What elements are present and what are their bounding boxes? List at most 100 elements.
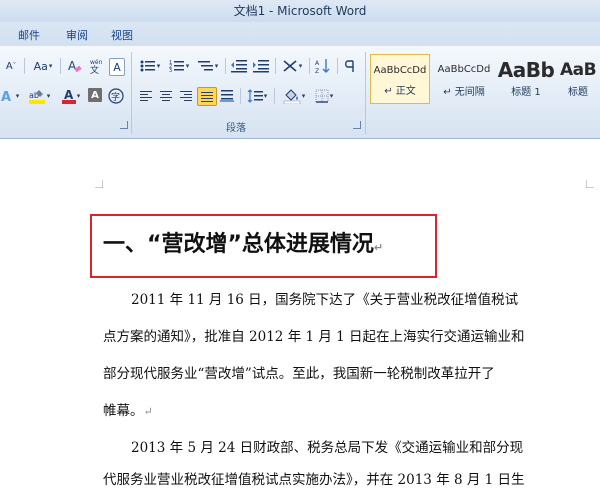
text-effects-button[interactable]: A ▾	[0, 86, 20, 106]
style-sample: AaB	[559, 60, 597, 80]
borders-button[interactable]: ▾	[311, 86, 337, 106]
numbering-icon: 1 2 3	[169, 60, 184, 73]
tab-review[interactable]: 审阅	[66, 27, 88, 43]
svg-text:A: A	[315, 60, 320, 67]
paint-bucket-icon	[283, 89, 301, 104]
style-name-wrap: ↵ 正文	[384, 86, 416, 97]
character-border-button[interactable]: A	[109, 58, 125, 76]
svg-text:A: A	[64, 88, 74, 102]
increase-indent-button[interactable]	[251, 56, 271, 76]
style-sample: AaBbCcDd	[373, 65, 427, 76]
svg-text:3: 3	[169, 68, 172, 73]
paragraph-mark-icon	[345, 60, 354, 72]
character-shading-label: A	[91, 89, 99, 101]
clear-formatting-icon: A	[68, 59, 82, 73]
sort-icon: A Z	[315, 59, 330, 74]
chinese-layout-button[interactable]: ▾	[279, 56, 305, 76]
paragraph-line-last: 帷幕。↵	[103, 401, 153, 422]
font-color-button[interactable]: A ▾	[58, 86, 84, 106]
change-case-button[interactable]: Aa ▾	[30, 56, 56, 76]
align-center-button[interactable]	[157, 86, 175, 106]
multilevel-list-icon	[197, 61, 213, 71]
tab-mailings[interactable]: 邮件	[18, 27, 40, 43]
chinese-layout-icon	[283, 60, 297, 72]
paragraph-line: 点方案的通知》，批准自 2012 年 1 月 1 日起在上海实行交通运输业和	[103, 329, 525, 345]
enclose-characters-button[interactable]: 字	[106, 86, 126, 106]
separator	[337, 58, 338, 74]
paragraph-mark: ↵	[373, 241, 384, 254]
ribbon-tabs: 邮件 审阅 视图	[0, 22, 600, 46]
font-color-icon: A	[61, 88, 76, 104]
separator	[240, 88, 241, 104]
paragraph-text: 帷幕。	[103, 403, 144, 419]
margin-corner-mark	[586, 180, 594, 188]
svg-text:字: 字	[111, 91, 120, 103]
svg-text:A: A	[68, 59, 77, 73]
separator	[225, 58, 226, 74]
sort-button[interactable]: A Z	[313, 56, 333, 76]
decrease-indent-button[interactable]	[229, 56, 249, 76]
style-name: 标题 1	[511, 87, 541, 98]
align-left-icon	[140, 89, 152, 103]
increase-indent-icon	[253, 60, 269, 73]
change-case-label: Aa	[33, 59, 48, 73]
justify-icon	[201, 90, 213, 104]
text-effects-icon: A	[1, 90, 11, 103]
shrink-font-button[interactable]: Aˇ	[2, 56, 20, 76]
phonetic-guide-button[interactable]: wén 文	[86, 56, 106, 76]
numbering-button[interactable]: 1 2 3 ▾	[166, 56, 192, 76]
line-spacing-icon	[247, 89, 263, 103]
align-right-button[interactable]	[177, 86, 195, 106]
document-heading[interactable]: 一、“营改增”总体进展情况↵	[103, 226, 383, 258]
bullets-icon	[140, 60, 155, 72]
style-name: 标题	[568, 87, 588, 98]
style-heading-1[interactable]: AaBb 标题 1	[496, 54, 556, 104]
paragraph-mark: ↵	[143, 405, 153, 418]
line-spacing-button[interactable]: ▾	[244, 86, 270, 106]
character-border-label: A	[113, 60, 121, 74]
paragraph-line: 代服务业营业税改征增值税试点实施办法》，并在 2013 年 8 月 1 日生	[103, 472, 525, 488]
clear-formatting-button[interactable]: A	[64, 56, 84, 76]
group-separator	[365, 52, 366, 134]
svg-text:Z: Z	[315, 68, 319, 74]
style-no-spacing[interactable]: AaBbCcDd ↵ 无间隔	[434, 54, 494, 104]
separator	[60, 58, 61, 74]
show-hide-marks-button[interactable]	[342, 56, 360, 76]
distributed-icon	[220, 90, 234, 102]
separator	[309, 58, 310, 74]
paragraph-group-label: 段落	[226, 123, 246, 134]
window-title: 文档1 - Microsoft Word	[0, 0, 600, 22]
style-normal[interactable]: AaBbCcDd ↵ 正文	[370, 54, 430, 104]
decrease-indent-icon	[231, 60, 247, 73]
svg-text:文: 文	[90, 64, 99, 74]
distributed-button[interactable]	[218, 86, 236, 106]
text-highlight-button[interactable]: ab ▾	[24, 86, 54, 106]
paragraph-dialog-launcher[interactable]	[353, 121, 361, 129]
svg-text:A: A	[1, 90, 11, 103]
style-name-wrap: ↵ 无间隔	[443, 87, 485, 98]
align-left-button[interactable]	[137, 86, 155, 106]
style-name: 正文	[395, 86, 416, 97]
style-title[interactable]: AaB 标题	[556, 54, 600, 104]
justify-button[interactable]	[197, 87, 217, 106]
separator	[24, 58, 25, 74]
enclose-characters-icon: 字	[108, 88, 124, 104]
margin-corner-mark	[95, 180, 103, 188]
style-sample: AaBb	[497, 58, 555, 82]
multilevel-list-button[interactable]: ▾	[195, 56, 221, 76]
character-shading-button[interactable]: A	[88, 88, 102, 102]
paragraph-line: 2011 年 11 月 16 日，国务院下达了《关于营业税改征增值税试	[131, 292, 519, 308]
paragraph-line: 2013 年 5 月 24 日财政部、税务总局下发《交通运输业和部分现	[131, 440, 524, 456]
phonetic-guide-icon: wén 文	[90, 59, 103, 74]
bullets-button[interactable]: ▾	[137, 56, 163, 76]
borders-icon	[315, 89, 329, 103]
align-center-icon	[160, 89, 172, 103]
styles-gallery: AaBbCcDd ↵ 正文 AaBbCcDd ↵ 无间隔 AaBb 标题 1 A…	[368, 50, 600, 108]
heading-text: 一、“营改增”总体进展情况	[103, 232, 374, 257]
separator	[275, 58, 276, 74]
tab-view[interactable]: 视图	[111, 27, 133, 43]
font-dialog-launcher[interactable]	[120, 121, 128, 129]
shading-button[interactable]: ▾	[280, 86, 308, 106]
paragraph-line: 部分现代服务业“营改增”试点。至此，我国新一轮税制改革拉开了	[103, 366, 495, 382]
separator	[274, 88, 275, 104]
